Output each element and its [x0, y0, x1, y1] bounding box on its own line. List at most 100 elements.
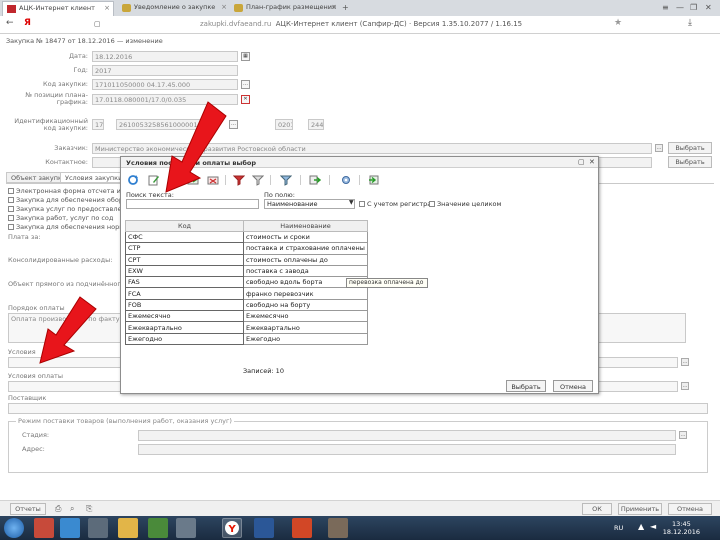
explorer-icon[interactable] — [118, 518, 138, 538]
ok-button[interactable]: ОК — [582, 503, 612, 515]
table-row[interactable]: Ежемесячно Ежемесячно — [125, 310, 368, 323]
period-field[interactable] — [8, 403, 708, 414]
calendar-icon[interactable]: ▦ — [241, 52, 250, 61]
download-icon[interactable]: ⤓ — [688, 18, 692, 28]
yandex-button[interactable]: Я — [24, 18, 31, 28]
taskbar-app-icon[interactable] — [60, 518, 80, 538]
svg-text:Y: Y — [228, 524, 237, 535]
print-icon[interactable]: ⎙ — [55, 504, 61, 514]
close-icon[interactable]: × — [331, 3, 337, 11]
export-icon[interactable] — [368, 174, 380, 186]
language-indicator[interactable]: RU — [614, 524, 623, 532]
case-checkbox[interactable]: С учетом регистра — [359, 200, 431, 208]
new-tab-button[interactable]: + — [342, 3, 349, 12]
select-button[interactable]: Выбрать — [506, 380, 546, 392]
clear-icon[interactable]: ✕ — [241, 95, 250, 104]
form-title: Закупка № 18477 от 18.12.2016 — изменени… — [6, 37, 163, 45]
table-row[interactable]: FAS свободно вдоль борта — [125, 276, 368, 289]
checkbox-services[interactable]: Закупка услуг по предоставле — [8, 205, 122, 213]
settings-gear-icon[interactable] — [340, 174, 352, 186]
close-icon[interactable]: ✕ — [589, 158, 595, 166]
lookup-icon[interactable]: … — [241, 80, 250, 89]
close-icon[interactable]: × — [104, 4, 110, 12]
reports-dropdown[interactable]: Отчеты — [10, 503, 46, 515]
cancel-form-button[interactable]: Отмена — [668, 503, 712, 515]
stage-field[interactable] — [138, 430, 676, 441]
lookup-icon[interactable]: … — [229, 120, 238, 129]
table-row[interactable]: FOB свободно на борту — [125, 298, 368, 312]
start-button[interactable] — [4, 518, 24, 538]
maximize-icon[interactable]: ▢ — [578, 158, 585, 166]
taskbar-app-icon[interactable] — [34, 518, 54, 538]
red-arrow-annotation-field — [39, 296, 97, 364]
by-field-select[interactable]: Наименование — [264, 199, 355, 209]
filter-settings-icon[interactable] — [280, 174, 292, 186]
date-field[interactable]: 18.12.2016 — [92, 51, 238, 62]
red-arrow-annotation-toolbar — [165, 101, 227, 193]
row-name: стоимость и сроки — [243, 230, 368, 244]
refresh-icon[interactable] — [127, 174, 139, 186]
ikz-part-1[interactable]: 17 — [92, 119, 104, 130]
filter-icon[interactable] — [252, 174, 264, 186]
browser-tab[interactable]: Уведомление о закупке × — [118, 1, 230, 16]
restore-icon[interactable]: ❐ — [690, 3, 697, 12]
taskbar-app-icon[interactable] — [176, 518, 196, 538]
chevron-down-icon[interactable]: ▼ — [349, 199, 354, 206]
url-field[interactable]: zakupki.dvfaeand.ru АЦК-Интернет клиент … — [200, 20, 522, 28]
browser-tab[interactable]: План-график размещения × — [230, 1, 340, 16]
checkbox-norms[interactable]: Закупка для обеспечения норм — [8, 223, 124, 231]
search-input[interactable] — [126, 199, 259, 209]
lookup-icon[interactable]: … — [655, 144, 663, 152]
table-row[interactable]: Ежегодно Ежегодно — [125, 332, 368, 345]
lookup-icon[interactable]: … — [679, 431, 687, 439]
apply-button[interactable]: Применить — [618, 503, 662, 515]
taskbar-app-icon[interactable] — [148, 518, 168, 538]
word-icon[interactable] — [254, 518, 274, 538]
year-field[interactable]: 2017 — [92, 65, 238, 76]
ikz-part-3[interactable]: 0201 — [275, 119, 293, 130]
code-field[interactable]: 171011050000 04.17.45.000 — [92, 79, 238, 90]
taskbar-app-icon[interactable] — [88, 518, 108, 538]
lookup-icon[interactable]: … — [681, 382, 689, 390]
choose-button[interactable]: Выбрать — [668, 156, 712, 168]
column-header-name[interactable]: Наименование — [243, 220, 368, 232]
column-header-code[interactable]: Код — [125, 220, 244, 232]
filter-clear-icon[interactable] — [233, 174, 245, 186]
minimize-icon[interactable]: — — [676, 3, 684, 12]
edit-icon[interactable] — [148, 174, 160, 186]
table-row[interactable]: EXW поставка с завода — [125, 264, 368, 278]
powerpoint-icon[interactable] — [292, 518, 312, 538]
close-window-icon[interactable]: ✕ — [705, 3, 712, 12]
ikz-part-4[interactable]: 244 — [308, 119, 324, 130]
browser-tab-active[interactable]: АЦК-Интернет клиент × — [2, 1, 114, 16]
checkbox-defense[interactable]: Закупка для обеспечения обор — [8, 196, 123, 204]
system-clock[interactable]: 13:45 18.12.2016 — [663, 520, 700, 536]
checkbox-works[interactable]: Закупка работ, услуг по сод — [8, 214, 113, 222]
cancel-button[interactable]: Отмена — [553, 380, 593, 392]
table-row[interactable]: СТР поставка и страхование оплачены — [125, 242, 368, 255]
table-row[interactable]: СФС стоимость и сроки — [125, 230, 368, 244]
coat-of-arms-icon — [234, 4, 243, 12]
menu-icon[interactable]: ≡ — [662, 3, 669, 12]
checkbox-electronic[interactable]: Электронная форма отсчета и — [8, 187, 121, 195]
bookmark-star-icon[interactable]: ★ — [614, 18, 622, 28]
table-row[interactable]: FCA франко перевозчик — [125, 287, 368, 300]
table-row[interactable]: СРТ стоимость оплачены до — [125, 253, 368, 266]
choose-button[interactable]: Выбрать — [668, 142, 712, 154]
lookup-icon[interactable]: … — [681, 358, 689, 366]
toolbar-separator — [329, 175, 330, 185]
tab-conditions[interactable]: Условия закупки — [60, 172, 128, 183]
network-icon[interactable]: ▲ — [638, 522, 644, 531]
clock-date: 18.12.2016 — [662, 528, 700, 536]
table-row[interactable]: Ежеквартально Ежеквартально — [125, 321, 368, 334]
whole-value-checkbox[interactable]: Значение целиком — [429, 200, 501, 208]
search-icon[interactable]: ⌕ — [70, 504, 74, 514]
back-button[interactable]: ← — [6, 18, 14, 28]
address-field[interactable] — [138, 444, 676, 455]
close-icon[interactable]: × — [221, 3, 227, 11]
yandex-browser-icon[interactable]: Y — [222, 518, 242, 538]
attach-icon[interactable]: ⎘ — [86, 504, 92, 514]
taskbar-app-icon[interactable] — [328, 518, 348, 538]
navigate-icon[interactable] — [309, 174, 321, 186]
speaker-icon[interactable]: ◄ — [650, 522, 656, 531]
